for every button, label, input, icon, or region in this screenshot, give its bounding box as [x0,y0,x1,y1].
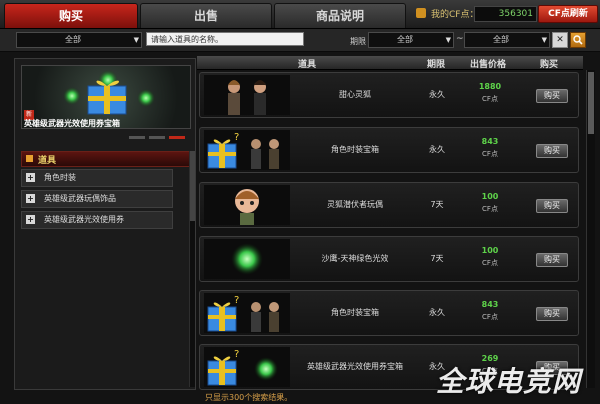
item-currency: CF点 [482,150,498,158]
item-thumbnail: ? [204,130,290,170]
item-price: 1880 [478,82,502,91]
category-title: 道具 [38,156,57,166]
item-thumbnail [204,239,290,279]
column-header-buy: 购买 [539,60,558,70]
svg-text:?: ? [234,349,239,360]
sidebar-scrollbar[interactable] [189,151,195,387]
cf-refresh-button[interactable]: CF点刷新 [538,5,598,23]
buy-button[interactable]: 购买 [536,89,568,103]
period-label: 期限 [350,37,366,46]
clear-icon[interactable]: ✕ [552,32,568,48]
category-header: 道具 [21,151,191,167]
item-name: 英雄级武器光效使用券宝箱 [307,362,403,371]
chevron-down-icon: ▼ [445,36,451,44]
item-period: 7天 [430,254,444,263]
banner-page-dot[interactable] [149,136,165,139]
left-panel: 新 英雄级武器光效使用券宝箱 道具 + 角色时装 + 英雄级武器玩偶饰品 + 英… [14,58,196,390]
expand-plus-icon: + [26,194,35,203]
item-period: 永久 [429,145,445,154]
item-name: 甜心灵狐 [339,90,371,99]
chevron-down-icon: ▼ [133,36,139,44]
cf-points-value: 356301 [474,6,537,22]
item-thumbnail [204,75,290,115]
search-icon[interactable] [570,32,586,48]
search-input[interactable]: 请输入道具的名称。 [146,32,304,46]
list-scrollbar[interactable] [586,70,595,388]
watermark: 全球电竞网 [436,365,582,398]
item-price: 100 [481,246,499,255]
item-period: 7天 [430,200,444,209]
period-from-value: 全部 [397,35,413,44]
item-name: 角色时装宝箱 [331,308,379,317]
bullet-icon [26,155,33,162]
chevron-down-icon: ▼ [541,36,547,44]
table-row[interactable]: 甜心灵狐 永久 1880 CF点 购买 [199,72,579,118]
tab-buy[interactable]: 购买 [4,3,138,28]
featured-caption: 英雄级武器光效使用券宝箱 [24,119,120,128]
item-period: 永久 [429,308,445,317]
column-header-item: 道具 [297,60,316,70]
tab-sell[interactable]: 出售 [140,3,272,28]
buy-button[interactable]: 购买 [536,307,568,321]
sidebar-item-costume[interactable]: + 角色时装 [21,169,173,187]
svg-text:?: ? [234,132,239,143]
sidebar-item-weapon-doll[interactable]: + 英雄级武器玩偶饰品 [21,190,173,208]
item-period: 永久 [429,90,445,99]
period-to-value: 全部 [493,35,509,44]
table-row[interactable]: ? 角色时装宝箱 永久 843 CF点 购买 [199,290,579,336]
range-separator: ~ [456,34,464,44]
coin-icon [416,8,426,18]
featured-banner[interactable]: 新 英雄级武器光效使用券宝箱 [21,65,191,129]
period-from-select[interactable]: 全部 ▼ [368,32,454,48]
item-currency: CF点 [482,313,498,321]
category-select-value: 全部 [65,35,81,44]
sidebar-item-weapon-effect[interactable]: + 英雄级武器光效使用券 [21,211,173,229]
item-name: 角色时装宝箱 [331,145,379,154]
item-thumbnail [204,185,290,225]
sidebar-item-label: 英雄级武器光效使用券 [44,215,124,224]
scrollbar-thumb[interactable] [190,151,195,221]
filter-bar: 全部 ▼ 请输入道具的名称。 期限 全部 ▼ ~ 全部 ▼ ✕ [0,29,600,52]
sidebar-item-label: 英雄级武器玩偶饰品 [44,194,116,203]
svg-text:?: ? [234,295,239,306]
table-row[interactable]: ? 角色时装宝箱 永久 843 CF点 购买 [199,127,579,173]
banner-page-dot[interactable] [129,136,145,139]
column-header-price: 出售价格 [469,60,506,70]
buy-button[interactable]: 购买 [536,253,568,267]
table-header: 道具 期限 出售价格 购买 [197,56,583,70]
table-row[interactable]: 沙鹰-天神绿色光效 7天 100 CF点 购买 [199,236,579,282]
expand-plus-icon: + [26,215,35,224]
tab-item-info[interactable]: 商品说明 [274,3,406,28]
item-currency: CF点 [482,259,498,267]
banner-page-dot-active[interactable] [169,136,185,139]
buy-button[interactable]: 购买 [536,144,568,158]
item-price: 843 [481,300,499,309]
item-name: 灵狐潜伏者玩偶 [327,200,383,209]
result-notice: 只显示300个搜索结果。 [205,393,293,402]
item-thumbnail: ? [204,347,290,387]
scrollbar-thumb[interactable] [588,72,594,134]
period-to-select[interactable]: 全部 ▼ [464,32,550,48]
expand-plus-icon: + [26,173,35,182]
item-thumbnail: ? [204,293,290,333]
category-select[interactable]: 全部 ▼ [16,32,142,48]
buy-button[interactable]: 购买 [536,199,568,213]
top-tab-bar: 购买 出售 商品说明 我的CF点： 356301 CF点刷新 [0,0,600,29]
item-price: 100 [481,192,499,201]
table-row[interactable]: 灵狐潜伏者玩偶 7天 100 CF点 购买 [199,182,579,228]
item-currency: CF点 [482,205,498,213]
item-currency: CF点 [482,95,498,103]
sidebar-item-label: 角色时装 [44,173,76,182]
column-header-period: 期限 [426,60,445,70]
cf-points-label: 我的CF点： [431,10,479,20]
item-name: 沙鹰-天神绿色光效 [321,254,389,263]
item-price: 843 [481,137,499,146]
